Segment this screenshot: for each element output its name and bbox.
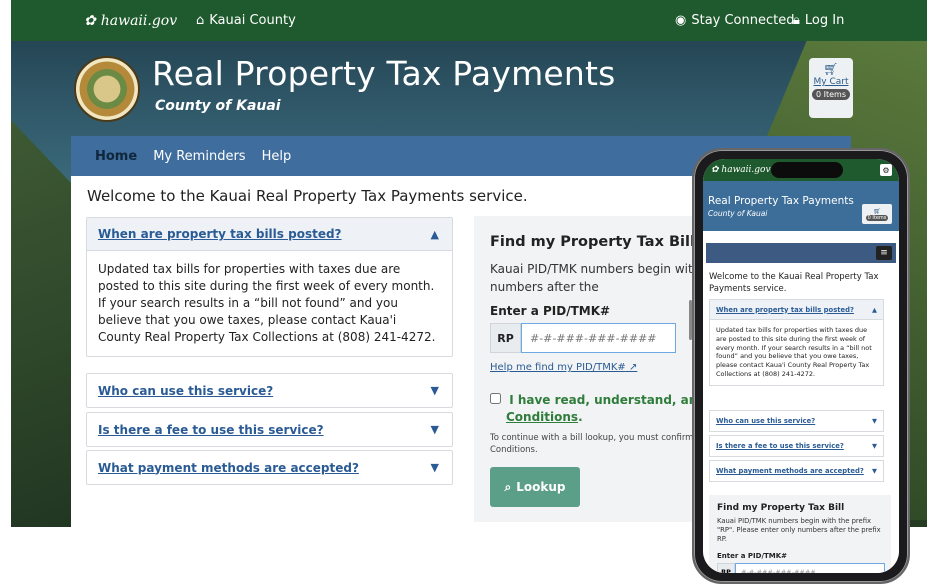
accordion-header[interactable]: When are property tax bills posted? ▲: [87, 218, 452, 251]
phone-accordion-who-can-use: Who can use this service? ▼: [709, 410, 884, 432]
hawaii-gov-label: hawaii.gov: [100, 12, 178, 29]
help-find-pid-label: Help me find my PID/TMK#: [490, 362, 626, 373]
nav-home[interactable]: Home: [95, 149, 137, 164]
search-icon: ⌕: [504, 479, 512, 494]
chevron-up-icon[interactable]: ▲: [872, 306, 877, 314]
accordion-header[interactable]: Who can use this service? ▼: [87, 374, 452, 407]
phone-cart-widget[interactable]: 🛒︎ 0 Items: [862, 204, 892, 224]
globe-icon: ◉: [675, 13, 687, 28]
chevron-down-icon[interactable]: ▼: [872, 417, 877, 425]
phone-accordion-fee: Is there a fee to use this service? ▼: [709, 435, 884, 457]
chevron-down-icon[interactable]: ▼: [872, 467, 877, 475]
chevron-down-icon[interactable]: ▼: [431, 384, 439, 397]
accordion-header[interactable]: When are property tax bills posted? ▲: [710, 300, 883, 320]
phone-nav-bar: ≡: [706, 243, 896, 263]
nav-my-reminders[interactable]: My Reminders: [153, 149, 245, 164]
phone-mockup: ✿ hawaii.gov ⚙ Real Property Tax Payment…: [692, 148, 910, 584]
accordion-title[interactable]: Who can use this service?: [98, 384, 273, 398]
cart-widget[interactable]: 🛒︎ My Cart 0 Items: [809, 58, 853, 118]
hawaii-gov-link[interactable]: ✿ hawaii.gov: [84, 13, 177, 29]
county-seal-logo[interactable]: [74, 56, 140, 122]
chevron-down-icon[interactable]: ▼: [872, 442, 877, 450]
nav-help[interactable]: Help: [262, 149, 292, 164]
hamburger-menu-icon[interactable]: ≡: [876, 246, 892, 260]
accordion-item-who-can-use: Who can use this service? ▼: [86, 373, 453, 408]
page-title: Real Property Tax Payments: [152, 54, 616, 93]
phone-find-intro: Kauai PID/TMK numbers begin with the pre…: [717, 517, 881, 543]
accordion-title[interactable]: Is there a fee to use this service?: [98, 423, 324, 437]
stay-connected-label: Stay Connected: [691, 13, 795, 28]
accordion-title[interactable]: When are property tax bills posted?: [98, 227, 342, 241]
stay-connected-link[interactable]: ◉ Stay Connected: [675, 13, 795, 28]
accordion-header[interactable]: Is there a fee to use this service? ▼: [710, 436, 883, 456]
phone-header: Real Property Tax Payments County of Kau…: [703, 181, 899, 231]
cart-icon: 🛒︎: [823, 62, 839, 76]
lock-icon: 🔒︎: [793, 13, 800, 28]
gear-icon[interactable]: ⚙: [880, 164, 892, 176]
phone-status-bar: ✿ hawaii.gov ⚙: [703, 159, 899, 181]
phone-screen: ✿ hawaii.gov ⚙ Real Property Tax Payment…: [703, 159, 899, 573]
accordion-title[interactable]: What payment methods are accepted?: [98, 461, 359, 475]
phone-find-heading: Find my Property Tax Bill: [717, 503, 845, 513]
accordion-item-fee: Is there a fee to use this service? ▼: [86, 412, 453, 447]
hawaii-leaf-icon: ✿: [84, 12, 96, 29]
pid-input[interactable]: [521, 323, 676, 353]
phone-pid-prefix: RP: [717, 563, 735, 573]
lookup-label: Lookup: [516, 480, 566, 494]
phone-accordion-bills-posted: When are property tax bills posted? ▲ Up…: [709, 299, 884, 386]
lookup-button[interactable]: ⌕ Lookup: [490, 467, 580, 507]
kauai-county-link[interactable]: ⌂ Kauai County: [196, 13, 296, 28]
phone-welcome: Welcome to the Kauai Real Property Tax P…: [709, 272, 879, 294]
phone-title: Real Property Tax Payments: [708, 195, 854, 207]
accordion-body: Updated tax bills for properties with ta…: [98, 262, 436, 344]
kauai-county-label: Kauai County: [209, 13, 296, 28]
cart-icon: 🛒︎: [873, 207, 881, 215]
help-find-pid-link[interactable]: Help me find my PID/TMK# ↗: [490, 362, 637, 373]
accordion-body: Updated tax bills for properties with ta…: [716, 326, 872, 378]
accordion-title[interactable]: Is there a fee to use this service?: [716, 442, 844, 450]
phone-subtitle: County of Kauai: [708, 209, 768, 218]
chevron-down-icon[interactable]: ▼: [431, 461, 439, 474]
login-label: Log In: [804, 13, 845, 28]
accordion-header[interactable]: Who can use this service? ▼: [710, 411, 883, 431]
accordion-title[interactable]: Who can use this service?: [716, 417, 815, 425]
pid-input-group: RP: [490, 323, 676, 353]
find-bill-heading: Find my Property Tax Bill: [490, 234, 695, 250]
accordion-title[interactable]: When are property tax bills posted?: [716, 306, 854, 314]
phone-cart-badge: 0 Items: [865, 214, 889, 221]
accordion-header[interactable]: Is there a fee to use this service? ▼: [87, 413, 452, 446]
welcome-heading: Welcome to the Kauai Real Property Tax P…: [87, 187, 528, 205]
terms-period: .: [578, 410, 583, 424]
phone-find-bill-panel: Find my Property Tax Bill Kauai PID/TMK …: [709, 495, 891, 573]
accordion-item-payment-methods: What payment methods are accepted? ▼: [86, 450, 453, 485]
terms-checkbox[interactable]: [490, 393, 501, 404]
terms-conditions-link[interactable]: Conditions: [506, 410, 578, 424]
phone-pid-label: Enter a PID/TMK#: [717, 552, 788, 560]
cart-count-badge: 0 Items: [811, 89, 850, 100]
phone-accordion-payment-methods: What payment methods are accepted? ▼: [709, 460, 884, 482]
phone-main: Welcome to the Kauai Real Property Tax P…: [703, 263, 899, 573]
pid-prefix: RP: [490, 323, 521, 353]
accordion-header[interactable]: What payment methods are accepted? ▼: [710, 461, 883, 481]
hawaii-leaf-icon: ✿: [711, 165, 719, 175]
site-header: Real Property Tax Payments County of Kau…: [71, 50, 861, 135]
my-cart-link[interactable]: My Cart: [814, 77, 849, 87]
phone-pid-input[interactable]: #-#-###-###-####: [735, 563, 885, 573]
home-icon: ⌂: [196, 13, 205, 28]
login-link[interactable]: 🔒︎ Log In: [793, 13, 844, 28]
top-bar: ✿ hawaii.gov ⌂ Kauai County ◉ Stay Conne…: [11, 0, 927, 41]
accordion-header[interactable]: What payment methods are accepted? ▼: [87, 451, 452, 484]
pid-label: Enter a PID/TMK#: [490, 304, 611, 318]
accordion-title[interactable]: What payment methods are accepted?: [716, 467, 864, 475]
phone-notch: [771, 162, 843, 178]
accordion-item-bills-posted: When are property tax bills posted? ▲ Up…: [86, 217, 453, 357]
phone-pid-group: RP #-#-###-###-####: [717, 563, 885, 573]
chevron-up-icon[interactable]: ▲: [431, 228, 439, 241]
page-subtitle: County of Kauai: [155, 98, 281, 114]
external-link-icon: ↗: [628, 362, 638, 373]
phone-gov-label[interactable]: hawaii.gov: [721, 165, 770, 175]
chevron-down-icon[interactable]: ▼: [431, 423, 439, 436]
